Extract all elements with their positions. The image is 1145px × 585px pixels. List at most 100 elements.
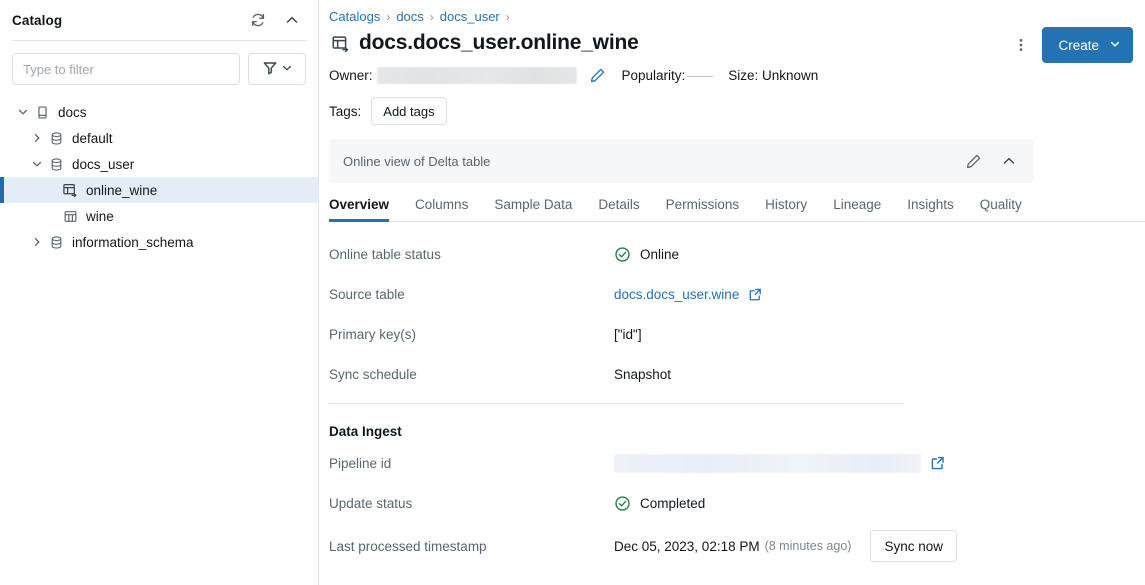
catalog-sidebar: Catalog [0, 0, 319, 585]
funnel-icon [262, 60, 278, 79]
row-value: Completed [614, 495, 705, 512]
tree-item-wine[interactable]: wine [0, 203, 318, 229]
pipeline-id-value[interactable] [614, 454, 921, 473]
chevron-down-icon [1109, 38, 1121, 53]
catalog-explorer-page: Catalog [0, 0, 1145, 585]
row-update-status: Update status Completed [329, 483, 1145, 523]
external-link-icon[interactable] [748, 287, 763, 302]
size-label: Size: Unknown [728, 68, 818, 83]
tree-item-label: wine [86, 209, 114, 224]
tree-item-online-wine[interactable]: online_wine [0, 177, 318, 203]
chevron-down-icon[interactable] [28, 155, 46, 173]
row-key: Pipeline id [329, 456, 614, 471]
chevron-down-icon[interactable] [14, 103, 32, 121]
row-key: Primary key(s) [329, 327, 614, 342]
tab-columns[interactable]: Columns [402, 197, 481, 221]
page-actions: Create [1006, 27, 1133, 63]
external-link-icon[interactable] [930, 455, 946, 471]
breadcrumb-item-docs-user[interactable]: docs_user [440, 9, 500, 24]
tree-item-label: docs_user [72, 157, 134, 172]
tree-item-default[interactable]: default [0, 125, 318, 151]
row-key: Online table status [329, 247, 614, 262]
refresh-icon[interactable] [245, 7, 271, 33]
sync-now-button[interactable]: Sync now [870, 530, 957, 562]
pencil-icon[interactable] [589, 67, 606, 84]
create-button[interactable]: Create [1042, 27, 1133, 63]
online-table-icon [60, 182, 80, 198]
overview-content: Online table status Online Source table … [319, 234, 1145, 569]
status-badge: Online [640, 247, 679, 262]
add-tags-button[interactable]: Add tags [371, 97, 446, 125]
tab-sample-data[interactable]: Sample Data [481, 197, 585, 221]
pencil-icon[interactable] [960, 148, 986, 174]
tab-overview[interactable]: Overview [329, 197, 402, 221]
breadcrumb: Catalogs › docs › docs_user › [319, 0, 1145, 24]
tab-lineage[interactable]: Lineage [820, 197, 894, 221]
owner-value[interactable] [377, 67, 577, 84]
filter-button[interactable] [248, 53, 306, 85]
row-online-table-status: Online table status Online [329, 234, 1145, 274]
search-input[interactable] [12, 53, 240, 85]
popularity-value: –––– [687, 68, 712, 83]
chevron-up-icon[interactable] [279, 7, 305, 33]
breadcrumb-separator: › [430, 10, 434, 24]
row-key: Sync schedule [329, 367, 614, 382]
tags-row: Tags: Add tags [319, 84, 1145, 125]
row-last-processed-timestamp: Last processed timestamp Dec 05, 2023, 0… [329, 523, 1145, 569]
sidebar-title: Catalog [12, 13, 237, 28]
breadcrumb-item-docs[interactable]: docs [396, 9, 423, 24]
catalog-tree: docs default [0, 95, 318, 585]
tree-item-information-schema[interactable]: information_schema [0, 229, 318, 255]
row-key: Source table [329, 287, 614, 302]
sidebar-filter-row [0, 41, 318, 95]
sidebar-header: Catalog [0, 0, 318, 40]
owner-label: Owner: [329, 68, 373, 83]
row-value: Snapshot [614, 367, 671, 382]
row-pipeline-id: Pipeline id [329, 443, 1145, 483]
chevron-right-icon[interactable] [28, 233, 46, 251]
row-value: docs.docs_user.wine [614, 287, 763, 302]
row-sync-schedule: Sync schedule Snapshot [329, 354, 1145, 394]
tree-item-docs-user[interactable]: docs_user [0, 151, 318, 177]
timestamp-value: Dec 05, 2023, 02:18 PM [614, 539, 760, 554]
main-panel: Catalogs › docs › docs_user › docs.docs_… [319, 0, 1145, 585]
more-vertical-icon[interactable] [1006, 28, 1036, 62]
row-value: Dec 05, 2023, 02:18 PM (8 minutes ago) S… [614, 530, 957, 562]
chevron-up-icon[interactable] [996, 148, 1022, 174]
tree-item-label: online_wine [86, 183, 157, 198]
row-value [614, 454, 946, 473]
row-key: Last processed timestamp [329, 539, 614, 554]
tags-label: Tags: [329, 104, 361, 119]
source-table-link[interactable]: docs.docs_user.wine [614, 287, 739, 302]
tree-item-label: default [72, 131, 113, 146]
table-icon [60, 209, 80, 224]
description-text: Online view of Delta table [343, 154, 950, 169]
create-button-label: Create [1058, 38, 1099, 53]
tab-history[interactable]: History [752, 197, 820, 221]
schema-icon [46, 235, 66, 250]
row-value: ["id"] [614, 327, 642, 342]
timestamp-relative: (8 minutes ago) [765, 539, 852, 553]
row-primary-keys: Primary key(s) ["id"] [329, 314, 1145, 354]
check-circle-icon [614, 495, 631, 512]
online-table-icon [329, 32, 351, 54]
tab-permissions[interactable]: Permissions [653, 197, 753, 221]
tab-insights[interactable]: Insights [894, 197, 967, 221]
chevron-right-icon[interactable] [28, 129, 46, 147]
tab-quality[interactable]: Quality [967, 197, 1035, 221]
check-circle-icon [614, 246, 631, 263]
schema-icon [46, 131, 66, 146]
page-title: docs.docs_user.online_wine [359, 31, 639, 55]
tree-item-label: docs [58, 105, 87, 120]
breadcrumb-item-catalogs[interactable]: Catalogs [329, 9, 380, 24]
breadcrumb-separator: › [386, 10, 390, 24]
row-source-table: Source table docs.docs_user.wine [329, 274, 1145, 314]
popularity-label: Popularity: [622, 68, 686, 83]
tree-item-docs[interactable]: docs [0, 99, 318, 125]
status-badge: Completed [640, 496, 705, 511]
chevron-down-icon [281, 62, 293, 77]
breadcrumb-separator: › [506, 10, 510, 24]
row-key: Update status [329, 496, 614, 511]
tab-details[interactable]: Details [585, 197, 652, 221]
description-box: Online view of Delta table [329, 139, 1034, 183]
